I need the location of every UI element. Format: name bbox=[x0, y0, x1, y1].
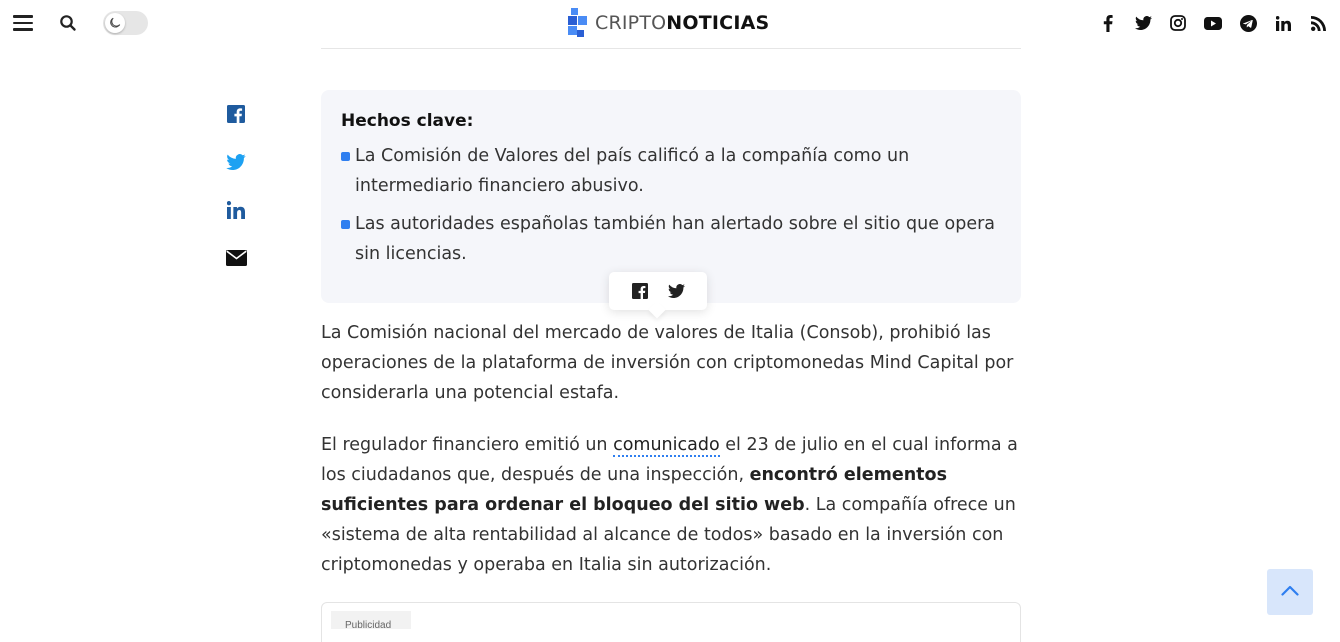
twitter-icon[interactable] bbox=[224, 150, 248, 174]
paragraph-text: El regulador financiero emitió un bbox=[321, 435, 614, 455]
ad-label: Publicidad bbox=[331, 611, 411, 631]
hamburger-icon[interactable] bbox=[13, 15, 33, 31]
logo-text-part1: CRIPTO bbox=[595, 12, 667, 34]
moon-icon bbox=[105, 13, 125, 33]
article-paragraph-2: El regulador financiero emitió un comuni… bbox=[321, 430, 1021, 580]
article-paragraph-1: La Comisión nacional del mercado de valo… bbox=[321, 323, 1014, 403]
linkedin-icon[interactable] bbox=[1273, 13, 1293, 33]
telegram-icon[interactable] bbox=[1238, 13, 1258, 33]
email-icon[interactable] bbox=[224, 246, 248, 270]
bullet-icon bbox=[341, 152, 350, 161]
facebook-icon[interactable] bbox=[1098, 13, 1118, 33]
key-fact-text: Las autoridades españolas también han al… bbox=[355, 214, 996, 264]
twitter-icon[interactable] bbox=[667, 281, 687, 301]
rss-icon[interactable] bbox=[1308, 13, 1328, 33]
facebook-icon[interactable] bbox=[630, 281, 650, 301]
comunicado-link[interactable]: comunicado bbox=[613, 435, 720, 457]
site-header: CRIPTONOTICIAS bbox=[0, 0, 1340, 46]
key-fact-item: La Comisión de Valores del país calificó… bbox=[341, 141, 1001, 201]
logo-text-part2: NOTICIAS bbox=[666, 12, 770, 34]
key-fact-item: Las autoridades españolas también han al… bbox=[341, 209, 1001, 269]
article-share-sidebar bbox=[224, 102, 248, 294]
back-to-top-button[interactable] bbox=[1267, 569, 1313, 615]
header-divider bbox=[321, 48, 1021, 49]
bullet-icon bbox=[341, 220, 350, 229]
logo-text: CRIPTONOTICIAS bbox=[595, 12, 769, 34]
linkedin-icon[interactable] bbox=[224, 198, 248, 222]
key-fact-text: La Comisión de Valores del país calificó… bbox=[355, 146, 910, 196]
key-facts-list: La Comisión de Valores del país calificó… bbox=[341, 141, 1001, 269]
selection-share-tooltip bbox=[609, 272, 707, 310]
ad-container: Publicidad bbox=[321, 602, 1021, 642]
facebook-icon[interactable] bbox=[224, 102, 248, 126]
header-social-links bbox=[1083, 13, 1328, 33]
chevron-up-icon bbox=[1281, 583, 1299, 601]
dark-mode-toggle[interactable] bbox=[103, 11, 148, 35]
youtube-icon[interactable] bbox=[1203, 13, 1223, 33]
logo-mark-icon bbox=[568, 8, 588, 38]
instagram-icon[interactable] bbox=[1168, 13, 1188, 33]
search-icon[interactable] bbox=[59, 14, 77, 32]
key-facts-title: Hechos clave: bbox=[341, 111, 474, 131]
twitter-icon[interactable] bbox=[1133, 13, 1153, 33]
site-logo[interactable]: CRIPTONOTICIAS bbox=[568, 8, 769, 38]
